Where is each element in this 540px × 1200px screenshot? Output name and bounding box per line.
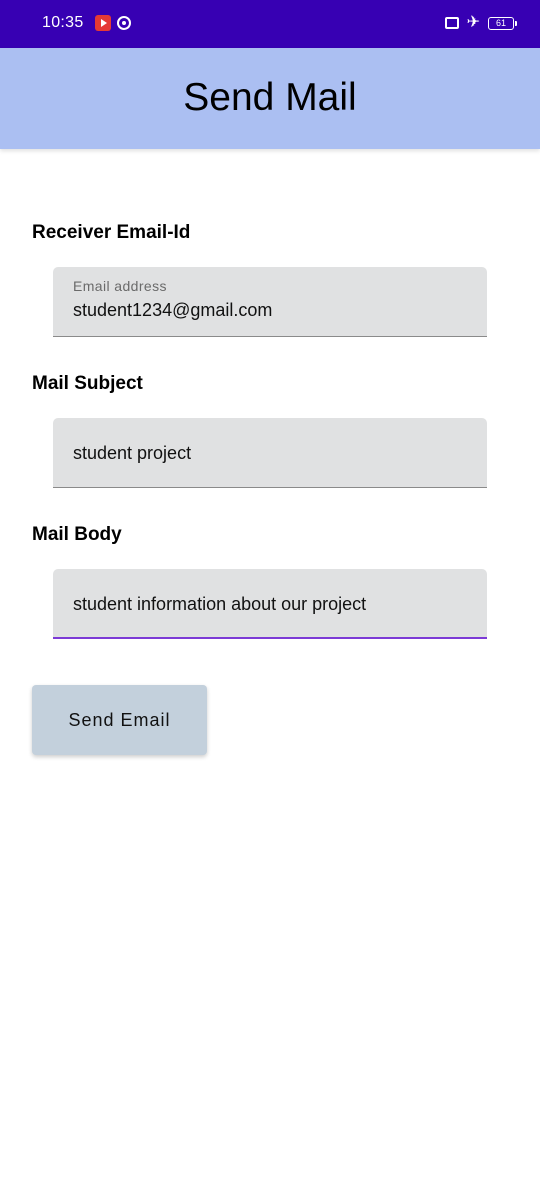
airplane-icon: ✈ (466, 14, 480, 31)
app-bar: Send Mail (0, 48, 540, 149)
subject-label: Mail Subject (32, 373, 143, 394)
battery-icon: 61 (488, 16, 517, 30)
receiver-label: Receiver Email-Id (32, 222, 191, 243)
sim-icon (444, 17, 459, 29)
notification-icons (95, 15, 131, 31)
viber-icon (117, 16, 131, 30)
battery-level: 61 (495, 17, 506, 28)
receiver-email-field[interactable]: Email address student1234@gmail.com (53, 267, 487, 337)
receiver-email-value: student1234@gmail.com (73, 300, 273, 320)
body-label: Mail Body (32, 524, 122, 545)
subject-field[interactable]: student project (53, 418, 487, 488)
status-time: 10:35 (42, 14, 84, 31)
system-icons: ✈ 61 (444, 14, 517, 31)
youtube-icon (95, 15, 111, 31)
status-bar: 10:35 ✈ 61 (0, 0, 540, 48)
body-field[interactable]: student information about our project (53, 569, 487, 639)
send-email-button[interactable]: Send Email (32, 685, 207, 755)
body-value: student information about our project (73, 594, 367, 614)
receiver-floating-label: Email address (73, 278, 167, 294)
page-title: Send Mail (183, 76, 357, 119)
subject-value: student project (73, 443, 192, 463)
